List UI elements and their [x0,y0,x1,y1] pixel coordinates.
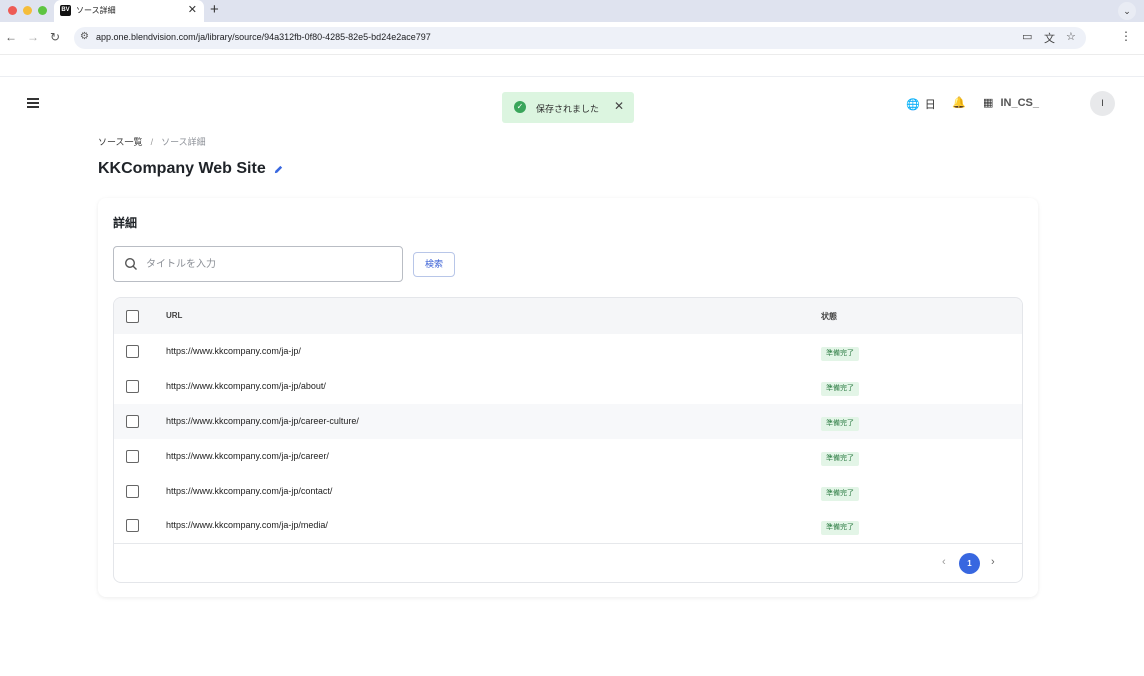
menu-toggle-icon[interactable] [27,98,39,108]
row-url: https://www.kkcompany.com/ja-jp/contact/ [166,486,333,496]
cast-icon[interactable]: ▭ [1022,30,1032,43]
globe-icon: 🌐 [906,99,920,111]
row-url: https://www.kkcompany.com/ja-jp/media/ [166,520,328,530]
url-text[interactable]: app.one.blendvision.com/ja/library/sourc… [96,32,431,42]
table-row[interactable]: https://www.kkcompany.com/ja-jp/career/ … [114,439,1022,474]
table-header: URL 状態 [114,298,1022,334]
minimize-window-button[interactable] [23,6,32,15]
window-controls [8,6,47,15]
tab-search-button[interactable]: ⌄ [1118,2,1136,20]
breadcrumb-separator: / [150,137,154,147]
row-checkbox[interactable] [126,345,139,358]
table-row[interactable]: https://www.kkcompany.com/ja-jp/media/ 準… [114,509,1022,544]
row-url: https://www.kkcompany.com/ja-jp/career-c… [166,416,359,426]
breadcrumb-current: ソース詳細 [161,137,206,147]
status-badge: 準備完了 [821,382,859,396]
row-checkbox[interactable] [126,450,139,463]
back-icon[interactable]: ← [5,30,17,44]
details-card: 詳細 検索 URL 状態 https://www.kkcompany.com/j… [98,198,1038,597]
new-tab-button[interactable]: + [210,1,219,18]
table-row[interactable]: https://www.kkcompany.com/ja-jp/career-c… [114,404,1022,439]
table-row[interactable]: https://www.kkcompany.com/ja-jp/contact/… [114,474,1022,509]
bell-icon[interactable]: 🔔 [952,96,966,109]
close-window-button[interactable] [8,6,17,15]
row-url: https://www.kkcompany.com/ja-jp/career/ [166,451,329,461]
table-row[interactable]: https://www.kkcompany.com/ja-jp/about/ 準… [114,369,1022,404]
row-checkbox[interactable] [126,380,139,393]
status-badge: 準備完了 [821,347,859,361]
forward-icon[interactable]: → [27,30,39,44]
row-checkbox[interactable] [126,519,139,532]
site-info-icon[interactable]: ⚙ [80,31,89,42]
status-badge: 準備完了 [821,417,859,431]
search-input[interactable] [144,255,388,273]
select-all-checkbox[interactable] [126,310,139,323]
toast-message: 保存されました [536,104,600,114]
bookmark-star-icon[interactable]: ☆ [1066,30,1076,43]
prev-page-chevron-icon[interactable]: ‹ [942,556,946,568]
toast-close-icon[interactable]: ✕ [614,99,624,113]
avatar[interactable]: I [1090,91,1115,116]
row-checkbox[interactable] [126,415,139,428]
language-switcher[interactable]: 🌐 日 [906,96,936,112]
url-table: URL 状態 https://www.kkcompany.com/ja-jp/ … [113,297,1023,583]
close-tab-icon[interactable]: ✕ [188,3,197,16]
row-url: https://www.kkcompany.com/ja-jp/about/ [166,381,326,391]
breadcrumb: ソース一覧 / ソース詳細 [98,135,206,148]
browser-tab-strip: BV ソース詳細 ✕ + ⌄ [0,0,1144,22]
breadcrumb-parent-link[interactable]: ソース一覧 [98,137,143,147]
check-circle-icon: ✓ [514,101,526,113]
language-label: 日 [924,99,936,111]
column-header-status: 状態 [821,312,837,321]
org-name: IN_CS_ [1000,97,1039,109]
address-bar[interactable]: ⚙ app.one.blendvision.com/ja/library/sou… [74,27,1086,49]
browser-toolbar: ← → ↻ ⚙ app.one.blendvision.com/ja/libra… [0,22,1144,55]
reload-icon[interactable]: ↻ [50,30,60,44]
status-badge: 準備完了 [821,452,859,466]
page-title: KKCompany Web Site [98,160,266,177]
zoom-window-button[interactable] [38,6,47,15]
favicon-icon: BV [60,5,71,16]
page-number-current[interactable]: 1 [959,553,980,574]
table-row[interactable]: https://www.kkcompany.com/ja-jp/ 準備完了 [114,334,1022,369]
status-badge: 準備完了 [821,487,859,501]
search-button[interactable]: 検索 [413,252,455,277]
column-header-url: URL [166,311,183,320]
browser-menu-icon[interactable]: ⋮ [1120,29,1132,43]
status-badge: 準備完了 [821,521,859,535]
org-switcher[interactable]: ▦ IN_CS_ [983,96,1039,109]
pagination: ‹ 1 › [114,543,1022,582]
card-title: 詳細 [113,216,138,230]
building-icon: ▦ [983,97,994,109]
app-header-divider [0,76,1144,77]
search-icon [124,257,137,270]
tab-title: ソース詳細 [76,6,116,15]
browser-tab[interactable]: BV ソース詳細 ✕ [54,0,204,22]
translate-icon[interactable]: 文 [1044,30,1055,46]
row-url: https://www.kkcompany.com/ja-jp/ [166,346,301,356]
success-toast: ✓ 保存されました ✕ [502,92,634,123]
row-checkbox[interactable] [126,485,139,498]
search-field[interactable] [113,246,403,282]
next-page-chevron-icon[interactable]: › [991,556,995,568]
edit-pencil-icon[interactable] [273,164,284,175]
